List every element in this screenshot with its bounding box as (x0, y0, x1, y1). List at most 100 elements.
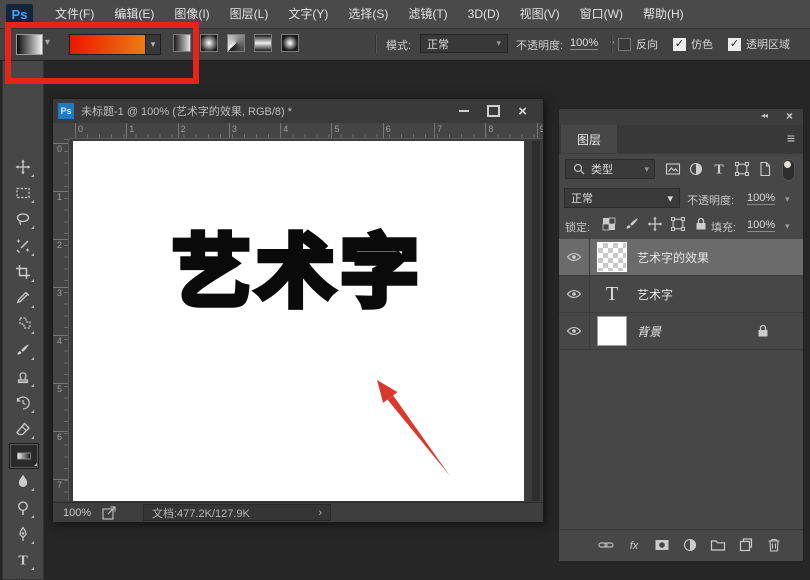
chevron-down-icon[interactable]: ▾ (785, 194, 790, 205)
layer-thumbnail-text[interactable]: T (597, 279, 627, 309)
checkbox-2[interactable]: 透明区域 (728, 36, 790, 52)
tool-magic-wand[interactable] (11, 234, 35, 258)
checkbox-box[interactable] (673, 38, 686, 51)
close-panel-icon[interactable]: × (786, 109, 793, 123)
menu-item[interactable]: 选择(S) (338, 0, 398, 28)
lock-lock-icon[interactable] (693, 216, 709, 232)
tool-blur[interactable] (11, 469, 35, 493)
folder-button-icon[interactable] (710, 537, 727, 554)
fx-button-icon[interactable]: fx (626, 537, 643, 554)
ruler-number: 7 (53, 479, 68, 501)
tool-lasso[interactable] (11, 207, 35, 231)
menu-item[interactable]: 滤镜(T) (398, 0, 457, 28)
ruler-number: 4 (280, 123, 331, 138)
new-layer-button-icon[interactable] (738, 537, 755, 554)
trash-button-icon[interactable] (766, 537, 783, 554)
frame-lock-icon[interactable] (670, 216, 686, 232)
radial-gradient-button[interactable] (200, 34, 218, 52)
menu-item[interactable]: 图像(I) (164, 0, 219, 28)
adjustment-filter-icon[interactable] (688, 161, 704, 177)
layer-blend-mode-select[interactable]: 正常 ▾ (564, 188, 680, 208)
tool-crop[interactable] (11, 260, 35, 284)
tool-eyedropper[interactable] (11, 286, 35, 310)
tool-dodge[interactable] (11, 496, 35, 520)
visibility-cell[interactable] (559, 276, 590, 312)
tool-rectangular-marquee[interactable] (11, 181, 35, 205)
gradient-picker-chevron-icon[interactable]: ▾ (145, 34, 161, 55)
tool-eraser[interactable] (11, 417, 35, 441)
layer-row-background[interactable]: 背景 (559, 313, 803, 350)
tool-type[interactable]: T (11, 548, 35, 572)
image-filter-icon[interactable] (665, 161, 681, 177)
visibility-cell[interactable] (559, 313, 590, 349)
menu-item[interactable]: 视图(V) (510, 0, 570, 28)
visibility-cell[interactable] (559, 239, 590, 275)
export-icon[interactable] (101, 505, 117, 521)
menu-item[interactable]: 文字(Y) (278, 0, 338, 28)
gradient-preview[interactable] (69, 34, 146, 55)
document-info-field[interactable]: 文档:477.2K/127.9K › (143, 504, 331, 521)
type-filter-icon[interactable]: T (711, 161, 727, 177)
brush-lock-icon[interactable] (624, 216, 640, 232)
photoshop-app: Ps 文件(F)编辑(E)图像(I)图层(L)文字(Y)选择(S)滤镜(T)3D… (0, 0, 810, 580)
reflected-gradient-button[interactable] (254, 34, 272, 52)
tool-move[interactable] (11, 155, 35, 179)
adjustment-button-icon[interactable] (682, 537, 699, 554)
tool-gradient[interactable] (9, 443, 39, 469)
checkbox-label: 透明区域 (746, 36, 790, 52)
tool-brush[interactable] (11, 338, 35, 362)
tool-clone-stamp[interactable] (11, 365, 35, 389)
tab-layers[interactable]: 图层 (561, 125, 617, 153)
filter-type-select[interactable]: 类型 ▾ (565, 159, 655, 179)
document-status-bar: 100% 文档:477.2K/127.9K › (53, 502, 543, 522)
tool-preset-picker[interactable] (16, 34, 43, 55)
zoom-level-field[interactable]: 100% (63, 507, 101, 519)
checkerboard-lock-icon[interactable] (601, 216, 617, 232)
checkbox-box[interactable] (618, 38, 631, 51)
diamond-gradient-button[interactable] (281, 34, 299, 52)
checkbox-box[interactable] (728, 38, 741, 51)
chevron-down-icon: ▾ (496, 38, 501, 49)
checkbox-1[interactable]: 仿色 (673, 36, 713, 52)
tool-preset-chevron-icon[interactable]: ▾ (45, 37, 50, 48)
page-filter-icon[interactable] (757, 161, 773, 177)
tool-history-brush[interactable] (11, 391, 35, 415)
document-titlebar[interactable]: Ps 未标题-1 @ 100% (艺术字的效果, RGB/8) * × (53, 99, 543, 124)
angle-gradient-button[interactable] (227, 34, 245, 52)
collapse-panel-icon[interactable]: ◂◂ (761, 111, 767, 120)
tool-pen[interactable] (11, 522, 35, 546)
checkbox-0[interactable]: 反向 (618, 36, 658, 52)
mask-button-icon[interactable] (654, 537, 671, 554)
chevron-down-icon[interactable]: ▾ (785, 221, 790, 232)
frame-filter-icon[interactable] (734, 161, 750, 177)
minimize-button[interactable] (459, 110, 469, 112)
move-lock-icon[interactable] (647, 216, 663, 232)
layer-row-effect[interactable]: 艺术字的效果 (559, 239, 803, 276)
link-button-icon[interactable] (598, 537, 615, 554)
vertical-scrollbar[interactable] (532, 141, 540, 501)
options-checkboxes: 反向仿色 透明区域 (618, 36, 790, 52)
menu-item[interactable]: 图层(L) (220, 0, 279, 28)
filter-toggle-switch[interactable] (782, 159, 795, 181)
canvas[interactable]: 艺术字 (73, 141, 524, 501)
layer-thumbnail-transparent[interactable] (597, 242, 627, 272)
tool-path-selection[interactable] (11, 574, 35, 580)
menu-item[interactable]: 编辑(E) (104, 0, 164, 28)
menu-item[interactable]: 文件(F) (45, 0, 104, 28)
menu-item[interactable]: 窗口(W) (570, 0, 633, 28)
close-button[interactable]: × (518, 104, 527, 119)
tool-spot-healing[interactable] (11, 312, 35, 336)
toolbar-collapse-icon[interactable]: » (6, 64, 11, 75)
blend-mode-select[interactable]: 正常 ▾ (420, 34, 508, 53)
layer-row-text[interactable]: T 艺术字 (559, 276, 803, 313)
menu-item[interactable]: 3D(D) (458, 0, 510, 28)
layer-thumbnail-background[interactable] (597, 316, 627, 346)
maximize-button[interactable] (487, 105, 500, 117)
panel-menu-icon[interactable]: ≡ (787, 130, 795, 146)
opacity-value[interactable]: 100% (570, 37, 598, 50)
layer-opacity-value[interactable]: 100% (747, 192, 775, 205)
menu-item[interactable]: 帮助(H) (633, 0, 694, 28)
fill-value[interactable]: 100% (747, 219, 775, 232)
panel-group-header: ◂◂ × (559, 109, 803, 126)
linear-gradient-button[interactable] (173, 34, 191, 52)
